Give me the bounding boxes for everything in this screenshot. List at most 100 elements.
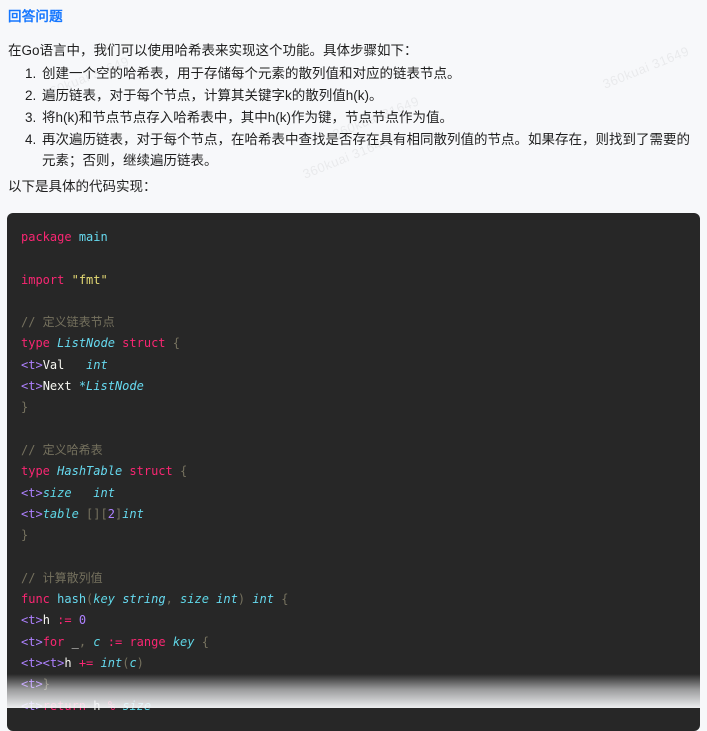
code-token: { bbox=[172, 336, 180, 351]
list-item: 遍历链表，对于每个节点，计算其关键字k的散列值h(k)。 bbox=[40, 85, 699, 106]
code-token: size bbox=[42, 485, 72, 500]
code-block[interactable]: package main import "fmt" // 定义链表节点 type … bbox=[7, 213, 700, 731]
code-line: <t>return h % size bbox=[21, 696, 686, 717]
code-token: { bbox=[281, 592, 289, 607]
code-token: 0 bbox=[78, 613, 87, 628]
code-token: } bbox=[21, 528, 29, 543]
code-token: import bbox=[21, 272, 65, 287]
code-token: // 定义哈希表 bbox=[21, 442, 103, 457]
code-line: <t>h := 0 bbox=[21, 610, 686, 631]
code-token: return bbox=[42, 698, 87, 713]
steps-list: 创建一个空的哈希表，用于存储每个元素的散列值和对应的链表节点。遍历链表，对于每个… bbox=[0, 63, 707, 171]
code-line: } bbox=[21, 525, 686, 546]
code-token: int bbox=[122, 506, 144, 521]
code-token: _ bbox=[71, 634, 79, 649]
code-token: type bbox=[21, 336, 50, 351]
code-token: <t> bbox=[21, 634, 43, 649]
outro-paragraph: 以下是具体的代码实现： bbox=[8, 179, 157, 194]
code-token: c bbox=[129, 655, 137, 670]
code-line: <t>Val int bbox=[21, 355, 686, 376]
code-token: 2 bbox=[107, 506, 115, 521]
code-token: := bbox=[57, 613, 72, 628]
code-token: string bbox=[122, 592, 166, 607]
code-token: main bbox=[78, 230, 108, 244]
code-token: struct bbox=[122, 336, 166, 351]
code-token: // 定义链表节点 bbox=[21, 315, 115, 330]
code-token: int bbox=[100, 655, 123, 670]
code-token: for bbox=[42, 634, 65, 649]
code-token: type bbox=[21, 464, 50, 479]
code-line: <t>for _, c := range key { bbox=[21, 632, 686, 653]
code-token: HashTable bbox=[57, 464, 123, 479]
code-token: package bbox=[21, 230, 72, 244]
code-token: size bbox=[180, 592, 209, 607]
code-line: <t>table [][2]int bbox=[21, 504, 686, 525]
code-token: <t> bbox=[21, 379, 43, 394]
code-token: Val bbox=[42, 357, 65, 372]
code-token: := bbox=[107, 634, 123, 649]
code-line: <t><t>h += int(c) bbox=[21, 653, 686, 674]
code-token: h bbox=[42, 613, 50, 628]
code-line: <t>} bbox=[21, 674, 686, 695]
code-token: += bbox=[78, 655, 94, 670]
code-token: <t> bbox=[21, 698, 43, 713]
code-token: h bbox=[64, 655, 72, 670]
code-token: hash bbox=[57, 592, 87, 607]
code-token: ) bbox=[136, 655, 144, 670]
answer-page: 回答问题 在Go语言中，我们可以使用哈希表来实现这个功能。具体步骤如下： 创建一… bbox=[0, 0, 707, 731]
code-token: *ListNode bbox=[78, 379, 144, 394]
code-token: <t><t> bbox=[21, 655, 65, 670]
code-content: package main import "fmt" // 定义链表节点 type … bbox=[7, 227, 700, 717]
code-token: <t> bbox=[21, 485, 43, 500]
code-token: h bbox=[93, 698, 101, 713]
code-line: func hash(key string, size int) int { bbox=[21, 589, 686, 610]
code-token: <t> bbox=[21, 506, 43, 521]
list-item: 将h(k)和节点节点存入哈希表中，其中h(k)作为键，节点节点作为值。 bbox=[40, 107, 699, 128]
code-line: } bbox=[21, 397, 686, 418]
code-token: , bbox=[165, 592, 181, 607]
code-token: table bbox=[42, 506, 79, 521]
code-token: key bbox=[93, 592, 115, 607]
code-token: // 计算散列值 bbox=[21, 570, 103, 585]
code-token: size bbox=[122, 698, 152, 713]
code-token: [] bbox=[86, 506, 101, 521]
code-token: int bbox=[252, 592, 274, 607]
code-token: , bbox=[78, 634, 94, 649]
list-item: 再次遍历链表，对于每个节点，在哈希表中查找是否存在具有相同散列值的节点。如果存在… bbox=[40, 129, 699, 171]
code-token: { bbox=[201, 634, 209, 649]
code-token: int bbox=[86, 357, 108, 372]
intro-paragraph: 在Go语言中，我们可以使用哈希表来实现这个功能。具体步骤如下： bbox=[8, 43, 418, 58]
code-line: type HashTable struct { bbox=[21, 461, 686, 482]
code-token: } bbox=[42, 677, 50, 692]
code-token: func bbox=[21, 592, 50, 607]
code-token: int bbox=[93, 485, 115, 500]
code-line: import "fmt" bbox=[21, 270, 686, 291]
code-line: <t>Next *ListNode bbox=[21, 376, 686, 397]
code-line: // 计算散列值 bbox=[21, 568, 686, 589]
code-line: // 定义哈希表 bbox=[21, 440, 686, 461]
code-token: <t> bbox=[21, 613, 43, 628]
code-token: Next bbox=[42, 379, 72, 394]
code-token: c bbox=[93, 634, 101, 649]
code-token: <t> bbox=[21, 677, 43, 692]
code-line: <t>size int bbox=[21, 483, 686, 504]
code-token: ) bbox=[237, 592, 246, 607]
code-token: <t> bbox=[21, 357, 43, 372]
